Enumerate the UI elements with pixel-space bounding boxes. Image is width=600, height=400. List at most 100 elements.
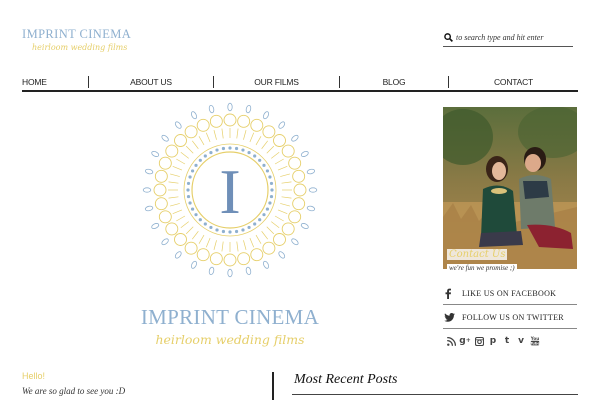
emblem-bead [269, 181, 274, 186]
emblem-leaf [144, 168, 154, 175]
emblem-leaf [151, 223, 160, 229]
emblem-ray [176, 158, 186, 165]
emblem-ray [213, 240, 217, 250]
emblem-scallop [209, 252, 223, 266]
emblem-scallop [237, 114, 251, 128]
twitter-link[interactable]: FOLLOW US ON TWITTER [443, 307, 577, 329]
search-icon[interactable] [444, 33, 453, 42]
emblem-bead [268, 175, 272, 179]
emblem-leaf [263, 260, 269, 269]
logo-subtitle: heirloom wedding films [32, 43, 128, 52]
emblem-ray [261, 231, 269, 240]
facebook-link[interactable]: LIKE US ON FACEBOOK [443, 283, 577, 305]
emblem-ray [205, 237, 211, 248]
instagram-icon[interactable] [474, 336, 484, 346]
emblem-scallop [281, 222, 295, 236]
emblem-leaf [161, 134, 169, 142]
emblem-ray [274, 215, 284, 222]
emblem-leaf [151, 151, 160, 157]
emblem-bead [188, 175, 192, 179]
emblem-scallop [154, 197, 168, 211]
emblem-scallop [288, 210, 302, 224]
nav-item-home[interactable]: HOME [22, 74, 88, 90]
emblem-ray [185, 226, 194, 235]
emblem-scallop [281, 144, 295, 158]
emblem-leaf [245, 104, 252, 114]
emblem-bead [190, 169, 195, 173]
emblem-bead [247, 225, 251, 230]
emblem-scallop [209, 114, 223, 128]
emblem-scallop [293, 183, 307, 197]
emblem-leaf [306, 168, 316, 175]
emblem-bead [198, 218, 202, 222]
google-plus-icon[interactable]: g + [459, 336, 470, 346]
emblem-ray [281, 181, 292, 184]
emblem-leaf [227, 268, 233, 278]
emblem-bead [265, 169, 270, 173]
search-input[interactable] [456, 30, 572, 45]
emblem-bead [253, 154, 257, 158]
emblem-leaf [227, 102, 233, 112]
emblem-bead [253, 222, 257, 226]
emblem-scallop [184, 125, 198, 139]
facebook-label: LIKE US ON FACEBOOK [462, 289, 557, 298]
emblem-bead [198, 158, 202, 162]
emblem-leaf [174, 251, 182, 259]
emblem-ray [280, 173, 290, 177]
emblem-scallop [174, 134, 187, 147]
emblem-bead [186, 181, 191, 186]
emblem-leaf [278, 121, 286, 129]
emblem-scallop [262, 241, 276, 255]
emblem-scallop [165, 144, 179, 158]
emblem-scallop [288, 156, 302, 170]
emblem-scallop [292, 197, 306, 211]
nav-item-contact[interactable]: CONTACT [449, 74, 578, 90]
nav-item-blog[interactable]: BLOG [340, 74, 448, 90]
vimeo-icon[interactable]: v [516, 336, 526, 346]
emblem-ray [172, 209, 183, 215]
main-nav: HOME ABOUT US OUR FILMS BLOG CONTACT [22, 74, 578, 92]
tumblr-icon[interactable]: t [502, 336, 512, 346]
emblem-ray [168, 181, 179, 184]
recent-posts-underline [292, 394, 578, 395]
nav-item-about-us[interactable]: ABOUT US [89, 74, 213, 90]
emblem-scallop [184, 241, 198, 255]
pinterest-icon[interactable]: p [488, 336, 498, 346]
emblem-scallop [273, 233, 286, 246]
contact-us-link[interactable]: Contact Us [447, 249, 508, 260]
emblem-ray [180, 221, 189, 229]
emblem-bead [234, 146, 239, 151]
emblem-ray [185, 145, 194, 154]
rss-icon[interactable] [446, 336, 456, 346]
emblem-scallop [250, 118, 264, 132]
emblem-leaf [291, 134, 299, 142]
emblem-ray [255, 136, 262, 146]
emblem-ray [191, 231, 199, 240]
emblem-ray [170, 203, 180, 207]
nav-item-our-films[interactable]: OUR FILMS [214, 74, 339, 90]
emblem-ray [266, 145, 275, 154]
emblem-bead [258, 218, 262, 222]
emblem-bead [262, 163, 266, 167]
youtube-icon[interactable]: You Tube [530, 336, 540, 346]
greeting-title: Hello! [22, 371, 46, 381]
header-logo[interactable]: IMPRINT CINEMA heirloom wedding films [22, 27, 132, 52]
emblem-bead [215, 228, 219, 232]
emblem-bead [262, 213, 266, 217]
emblem-bead [209, 225, 213, 230]
social-icons-row: g + p t v You Tube [446, 336, 540, 346]
emblem-leaf [142, 187, 152, 193]
emblem-ray [277, 165, 288, 171]
emblem-bead [186, 194, 191, 199]
emblem-scallop [165, 222, 179, 236]
emblem-scallop [158, 156, 172, 170]
greeting-text: We are so glad to see you :D [22, 386, 126, 396]
emblem-bead [190, 207, 195, 211]
couple-photo[interactable] [443, 107, 577, 269]
emblem-scallop [273, 134, 286, 147]
emblem-ray [243, 130, 247, 140]
emblem-ray [172, 165, 183, 171]
brand-subtitle: heirloom wedding films [155, 332, 305, 347]
emblem-bead [270, 188, 274, 192]
emblem-scallop [237, 252, 251, 266]
